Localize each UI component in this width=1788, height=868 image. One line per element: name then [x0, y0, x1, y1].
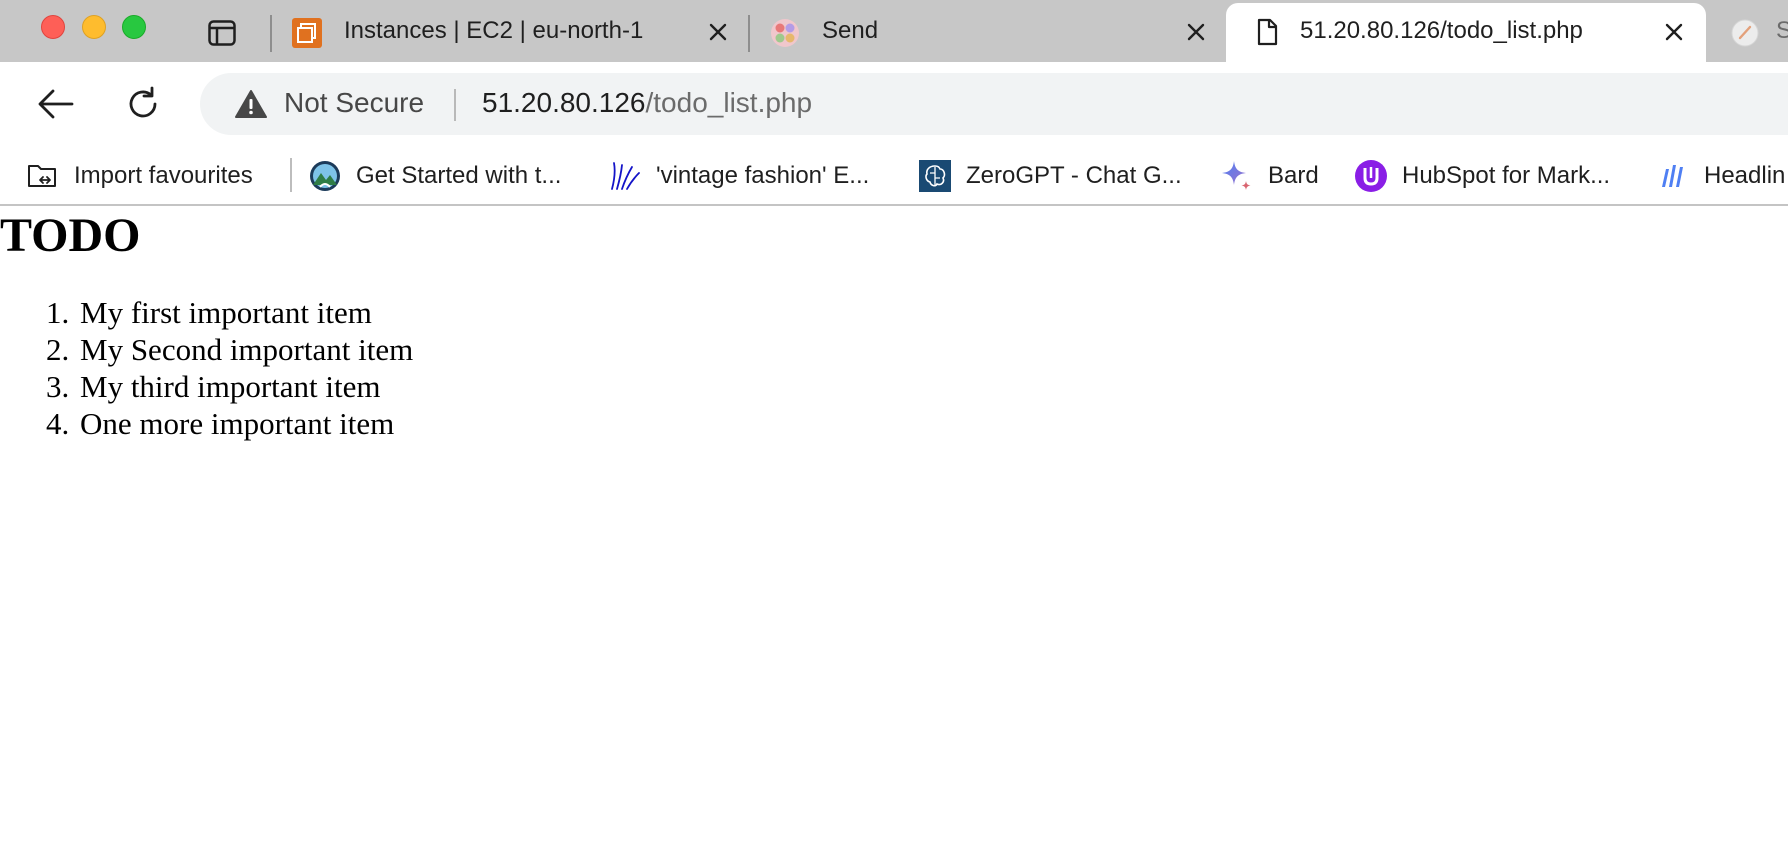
tab-partial[interactable]: S [1716, 0, 1788, 62]
page-title: TODO [0, 209, 141, 262]
bookmark-label: Bard [1268, 162, 1319, 189]
list-item-number: 3. [46, 369, 70, 404]
mountain-badge-icon [308, 159, 342, 193]
warning-icon[interactable] [234, 89, 268, 119]
address-bar[interactable]: Not Secure 51.20.80.126/todo_list.php [200, 73, 1788, 135]
tab-title: S [1776, 17, 1788, 44]
page-icon [1257, 18, 1278, 46]
close-icon[interactable] [1662, 20, 1686, 44]
import-folder-icon [26, 159, 60, 193]
bookmark-label: 'vintage fashion' E... [656, 162, 870, 189]
window-minimize-button[interactable] [82, 15, 106, 39]
window-zoom-button[interactable] [122, 15, 146, 39]
back-button[interactable] [34, 82, 78, 126]
bookmark-label: ZeroGPT - Chat G... [966, 162, 1182, 189]
bars-icon [1656, 159, 1690, 193]
send-app-icon [771, 19, 799, 47]
bookmark-get-started[interactable]: Get Started with t... [308, 146, 561, 206]
tab-title: 51.20.80.126/todo_list.php [1300, 17, 1583, 44]
browser-toolbar: Not Secure 51.20.80.126/todo_list.php [0, 62, 1788, 146]
tab-separator [270, 15, 272, 52]
bookmark-label: Get Started with t... [356, 162, 562, 189]
bookmark-bard[interactable]: Bard [1220, 146, 1319, 206]
bookmark-import-favourites[interactable]: Import favourites [26, 146, 253, 206]
blue-lines-icon [608, 159, 642, 193]
list-item-number: 4. [46, 406, 70, 441]
aws-ec2-icon [292, 18, 322, 48]
url-path: /todo_list.php [645, 87, 813, 118]
back-arrow-icon [38, 89, 74, 119]
close-icon[interactable] [1184, 20, 1208, 44]
bookmark-vintage-fashion[interactable]: 'vintage fashion' E... [608, 146, 869, 206]
bookmark-label: Headlin [1704, 162, 1786, 189]
tab-title: Instances | EC2 | eu-north-1 [344, 17, 644, 44]
list-item-text: My first important item [80, 295, 372, 330]
bookmarks-bar: Import favourites Get Started with t... … [0, 146, 1788, 206]
list-item-text: One more important item [80, 406, 395, 441]
todo-list: 1. My first important item 2. My Second im… [46, 294, 414, 442]
list-item: 4. One more important item [46, 405, 413, 442]
web-page-content: TODO 1. My first important item 2. My Seco… [0, 208, 1788, 868]
close-icon[interactable] [706, 20, 730, 44]
tab-separator [748, 15, 750, 52]
list-item: 3. My third important item [46, 368, 413, 405]
list-item-text: My Second important item [80, 332, 414, 367]
list-item: 1. My first important item [46, 294, 413, 331]
tab-strip: Instances | EC2 | eu-north-1 Send 51.20.… [0, 0, 1788, 65]
reload-icon [129, 86, 157, 118]
reload-button[interactable] [121, 82, 165, 126]
list-item-number: 2. [46, 332, 70, 367]
bookmark-separator [290, 158, 292, 192]
url-host: 51.20.80.126 [482, 87, 646, 118]
tab-overview-icon[interactable] [208, 20, 236, 46]
brain-icon [918, 159, 952, 193]
bookmark-label: Import favourites [74, 162, 253, 189]
tab-title: Send [822, 17, 879, 44]
partial-tab-icon [1731, 19, 1759, 47]
tab-send[interactable]: Send [768, 0, 1208, 62]
list-item-number: 1. [46, 295, 70, 330]
tab-todo-list[interactable]: 51.20.80.126/todo_list.php [1226, 3, 1706, 65]
bookmark-zerogpt[interactable]: ZeroGPT - Chat G... [918, 146, 1182, 206]
address-separator [454, 89, 456, 121]
window-close-button[interactable] [41, 15, 65, 39]
list-item: 2. My Second important item [46, 331, 414, 368]
url-text[interactable]: 51.20.80.126/todo_list.php [482, 87, 812, 119]
security-label[interactable]: Not Secure [284, 87, 424, 119]
bookmark-headlin[interactable]: Headlin [1656, 146, 1785, 206]
bookmark-hubspot[interactable]: HubSpot for Mark... [1354, 146, 1610, 206]
list-item-text: My third important item [80, 369, 381, 404]
bookmark-label: HubSpot for Mark... [1402, 162, 1611, 189]
sparkle-icon [1220, 159, 1254, 193]
hubspot-u-icon [1354, 159, 1388, 193]
tab-ec2-instances[interactable]: Instances | EC2 | eu-north-1 [290, 0, 740, 62]
